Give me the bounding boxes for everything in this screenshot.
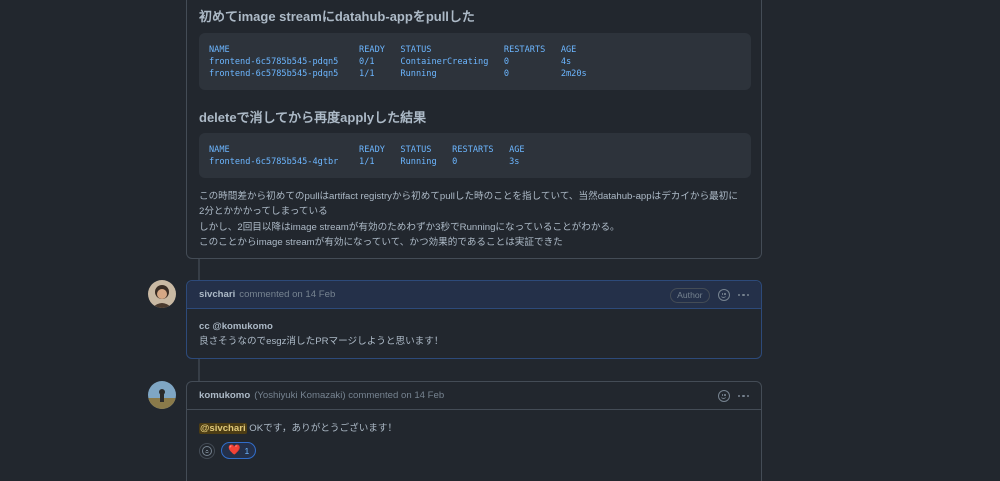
comment-timestamp[interactable]: (Yoshiyuki Komazaki) commented on 14 Feb [254, 390, 444, 401]
smiley-icon[interactable] [717, 289, 730, 301]
smiley-icon [202, 445, 212, 456]
kebab-menu-icon[interactable] [737, 394, 749, 398]
comment-line: OKです，ありがとうございます！ [246, 423, 398, 434]
author-name[interactable]: sivchari [199, 289, 235, 300]
comment-line: 良さそうなのでesgz消したPRマージしようと思います！ [199, 336, 444, 347]
paragraph-line: しかし、2回目以降はimage streamが有効のためわずか3秒でRunnin… [199, 221, 620, 233]
paragraph-line: この時間差から初めてのpullはartifact registryから初めてpu… [199, 191, 738, 202]
heart-reaction-button[interactable]: ❤️ 1 [221, 442, 257, 459]
avatar-image [148, 381, 176, 409]
comment-text: @sivchari OKです，ありがとうございます！ [187, 410, 761, 442]
comment-body-continued: 初めてimage streamにdatahub-appをpullした NAME … [186, 0, 762, 259]
code-line: frontend-6c5785b545-4gtbr 1/1 Running 0 … [209, 157, 520, 167]
author-name[interactable]: komukomo [199, 390, 250, 401]
mention-sivchari[interactable]: @sivchari [199, 423, 247, 434]
code-line: frontend-6c5785b545-pdqn5 1/1 Running 0 … [209, 69, 587, 79]
comment-header: komukomo (Yoshiyuki Komazaki) commented … [187, 382, 761, 410]
comment-sivchari: sivchari commented on 14 Feb Author cc @… [186, 280, 762, 359]
code-block-pods-first: NAME READY STATUS RESTARTS AGE frontend-… [199, 33, 751, 90]
heading-first-pull: 初めてimage streamにdatahub-appをpullした [199, 9, 475, 24]
comment-header: sivchari commented on 14 Feb Author [187, 281, 761, 309]
conclusion-paragraph: この時間差から初めてのpullはartifact registryから初めてpu… [199, 189, 754, 251]
avatar-image [148, 280, 176, 308]
code-block-pods-reapply: NAME READY STATUS RESTARTS AGE frontend-… [199, 133, 751, 178]
avatar-komukomo[interactable] [148, 381, 176, 409]
add-reaction-button[interactable] [199, 442, 215, 459]
comment-text: cc @komukomo 良さそうなのでesgz消したPRマージしようと思います… [187, 309, 761, 359]
author-badge: Author [670, 287, 710, 303]
code-line: NAME READY STATUS RESTARTS AGE [209, 145, 525, 155]
comment-komukomo: komukomo (Yoshiyuki Komazaki) commented … [186, 381, 762, 481]
kebab-menu-icon[interactable] [737, 293, 749, 297]
header-actions: Author [670, 281, 749, 309]
heart-emoji: ❤️ [228, 444, 241, 456]
reactions-row: ❤️ 1 [187, 442, 761, 468]
comment-timestamp[interactable]: commented on 14 Feb [239, 289, 335, 300]
avatar-sivchari[interactable] [148, 280, 176, 308]
paragraph-line: 2分とかかかってしまっている [199, 206, 328, 218]
header-actions [717, 382, 749, 410]
paragraph-line: このことからimage streamが有効になっていて、かつ効果的であることは実… [199, 237, 563, 249]
code-line: frontend-6c5785b545-pdqn5 0/1 ContainerC… [209, 57, 572, 67]
code-line: NAME READY STATUS RESTARTS AGE [209, 45, 577, 55]
reaction-count: 1 [244, 445, 250, 456]
smiley-icon[interactable] [717, 390, 730, 402]
mention-line[interactable]: cc @komukomo [199, 319, 749, 334]
heading-reapply: deleteで消してから再度applyした結果 [199, 110, 427, 125]
